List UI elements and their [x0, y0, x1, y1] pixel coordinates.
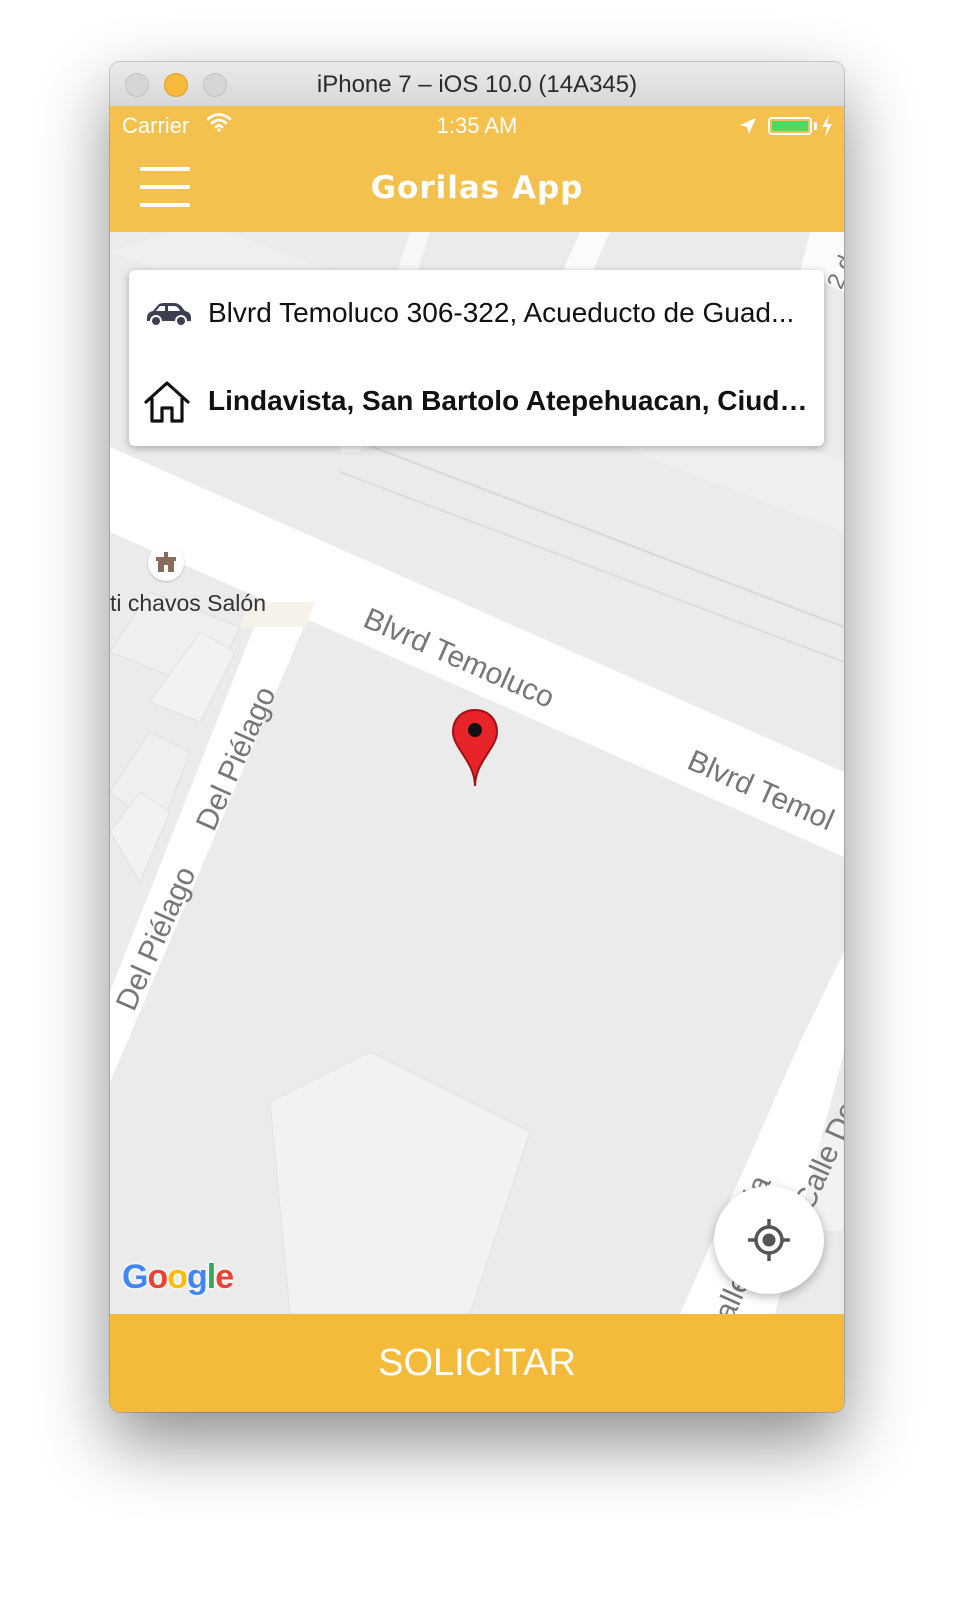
- origin-address: Blvrd Temoluco 306-322, Acueducto de Gua…: [208, 297, 795, 328]
- google-attribution-logo: Google: [122, 1258, 234, 1296]
- destination-address: Lindavista, San Bartolo Atepehuacan, Ciu…: [208, 385, 818, 416]
- battery-icon: [768, 117, 812, 135]
- app-title: Gorilas App: [370, 170, 584, 206]
- window-titlebar: iPhone 7 – iOS 10.0 (14A345): [110, 62, 844, 107]
- simulator-window: iPhone 7 – iOS 10.0 (14A345) Carrier 1:3…: [110, 62, 844, 1412]
- app-navbar: Gorilas App: [110, 146, 844, 233]
- battery-tip: [814, 122, 817, 130]
- charging-bolt-icon: [822, 115, 832, 137]
- map-pin-icon: [451, 708, 499, 787]
- status-time: 1:35 AM: [436, 113, 518, 138]
- poi-label[interactable]: ti chavos Salón: [110, 590, 266, 617]
- map-view[interactable]: Blvrd Temoluco Blvrd Temol Del Piélago D…: [110, 232, 844, 1314]
- poi-hall-icon[interactable]: [148, 545, 184, 581]
- ios-status-bar: Carrier 1:35 AM: [110, 106, 844, 146]
- window-title: iPhone 7 – iOS 10.0 (14A345): [316, 71, 638, 98]
- car-icon: [147, 303, 191, 327]
- my-location-button[interactable]: [714, 1186, 824, 1294]
- house-icon: [144, 381, 190, 423]
- location-arrow-icon: [740, 118, 756, 134]
- gps-crosshair-icon: [748, 1219, 790, 1261]
- destination-row[interactable]: Lindavista, San Bartolo Atepehuacan, Ciu…: [129, 358, 824, 446]
- route-card: Blvrd Temoluco 306-322, Acueducto de Gua…: [129, 270, 824, 446]
- request-ride-button[interactable]: SOLICITAR: [110, 1314, 844, 1412]
- origin-row[interactable]: Blvrd Temoluco 306-322, Acueducto de Gua…: [129, 270, 824, 358]
